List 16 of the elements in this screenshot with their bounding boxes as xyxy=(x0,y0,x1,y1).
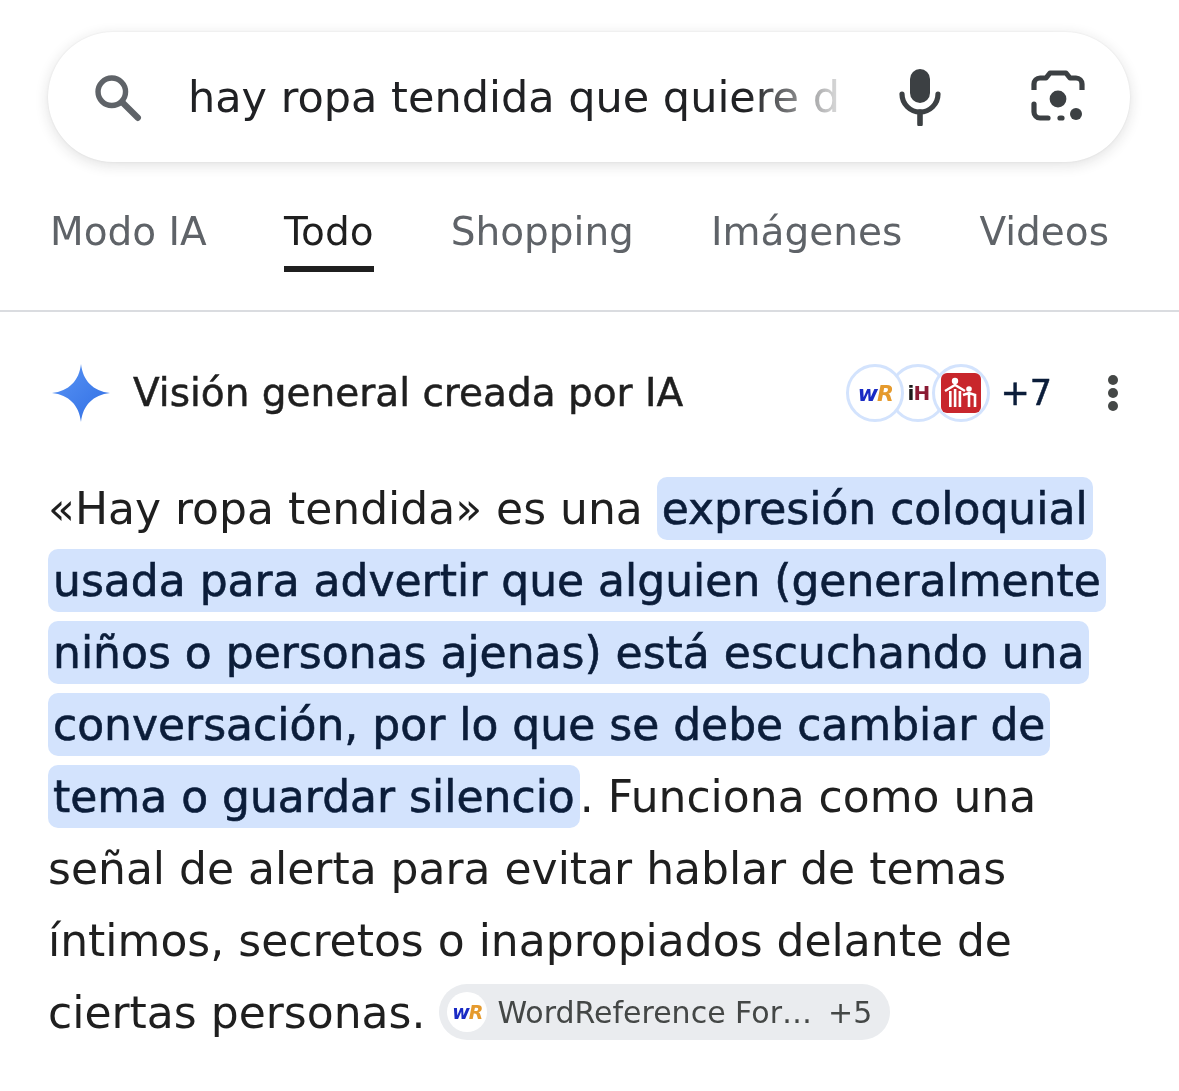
camera-search-icon[interactable] xyxy=(1030,70,1086,124)
search-field[interactable]: hay ropa tendida que quiere d xyxy=(188,69,850,125)
tab[interactable]: Imágenes xyxy=(711,208,903,280)
source-chip[interactable]: wR WordReference For… +5 xyxy=(439,984,891,1040)
sparkle-icon xyxy=(52,364,110,422)
more-sources-count[interactable]: +7 xyxy=(1000,373,1052,413)
tab[interactable]: Shopping xyxy=(450,208,634,280)
tab[interactable]: Todo xyxy=(283,208,374,280)
more-options-icon[interactable] xyxy=(1107,374,1119,412)
source-logo-icon: wR xyxy=(846,364,905,422)
search-icon[interactable] xyxy=(92,72,142,122)
microphone-icon[interactable] xyxy=(898,68,942,126)
tab[interactable]: Modo IA xyxy=(50,208,207,280)
overview-title: Visión general creada por IA xyxy=(133,369,684,417)
tab[interactable]: Videos xyxy=(979,208,1109,280)
source-logo-icon: wR xyxy=(447,992,488,1032)
